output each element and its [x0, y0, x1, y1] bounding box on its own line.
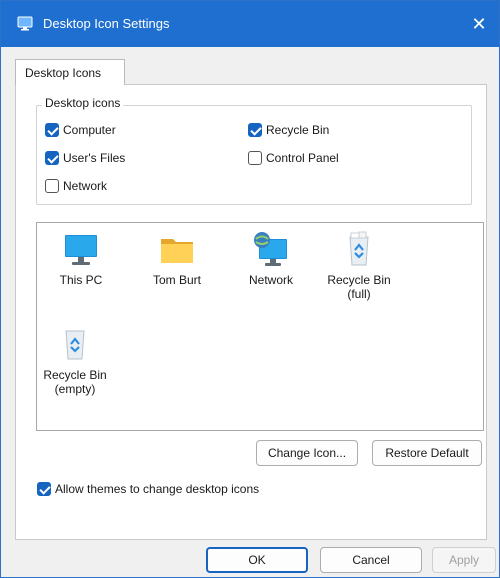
tab-label: Desktop Icons: [25, 66, 102, 80]
network-icon: [254, 232, 287, 266]
list-item-recycle-bin-empty[interactable]: Recycle Bin (empty): [35, 328, 115, 396]
recycle-bin-full-icon: [349, 231, 369, 266]
folder-icon: [161, 239, 193, 263]
checkbox-label: Allow themes to change desktop icons: [55, 482, 260, 496]
checkbox-box[interactable]: [248, 151, 262, 165]
monitor-icon: [65, 235, 97, 265]
tab-desktop-icons[interactable]: Desktop Icons: [15, 59, 125, 85]
window-title: Desktop Icon Settings: [43, 16, 170, 31]
item-label: Recycle Bin (empty): [43, 368, 107, 396]
list-item-this-pc[interactable]: This PC: [41, 233, 121, 287]
checkbox-box[interactable]: [45, 179, 59, 193]
checkbox-label: Control Panel: [266, 151, 339, 165]
item-label: Tom Burt: [152, 273, 201, 287]
checkbox-box[interactable]: [45, 151, 59, 165]
close-icon: ✕: [471, 14, 487, 34]
list-item-recycle-bin-full[interactable]: Recycle Bin (full): [319, 231, 399, 301]
checkbox-box[interactable]: [45, 123, 59, 137]
checkbox-computer[interactable]: Computer: [45, 122, 116, 138]
checkbox-allow-themes[interactable]: Allow themes to change desktop icons: [37, 481, 259, 497]
item-label: Recycle Bin (full): [327, 273, 391, 301]
checkbox-label: User's Files: [63, 151, 126, 165]
item-label: This PC: [59, 273, 103, 287]
restore-default-button[interactable]: Restore Default: [372, 440, 482, 466]
checkbox-network[interactable]: Network: [45, 178, 107, 194]
checkbox-label: Computer: [63, 123, 116, 137]
recycle-bin-empty-icon: [65, 330, 85, 360]
dialog-window: Desktop Icon Settings ✕ Desktop Icons De…: [0, 0, 500, 578]
checkbox-recycle-bin[interactable]: Recycle Bin: [248, 122, 329, 138]
list-item-user-folder[interactable]: Tom Burt: [137, 233, 217, 287]
checkbox-box[interactable]: [37, 482, 51, 496]
cancel-button[interactable]: Cancel: [320, 547, 422, 573]
group-label: Desktop icons: [42, 96, 124, 110]
checkbox-label: Recycle Bin: [266, 123, 330, 137]
list-item-network[interactable]: Network: [231, 231, 311, 287]
checkbox-control-panel[interactable]: Control Panel: [248, 150, 339, 166]
checkbox-label: Network: [63, 179, 108, 193]
checkbox-users-files[interactable]: User's Files: [45, 150, 125, 166]
item-label: Network: [248, 273, 293, 287]
apply-button[interactable]: Apply: [432, 547, 496, 573]
close-button[interactable]: ✕: [459, 1, 499, 47]
desktop-settings-icon: [17, 16, 33, 31]
change-icon-button[interactable]: Change Icon...: [256, 440, 358, 466]
ok-button[interactable]: OK: [206, 547, 308, 573]
checkbox-box[interactable]: [248, 123, 262, 137]
title-bar[interactable]: Desktop Icon Settings ✕: [1, 1, 499, 47]
